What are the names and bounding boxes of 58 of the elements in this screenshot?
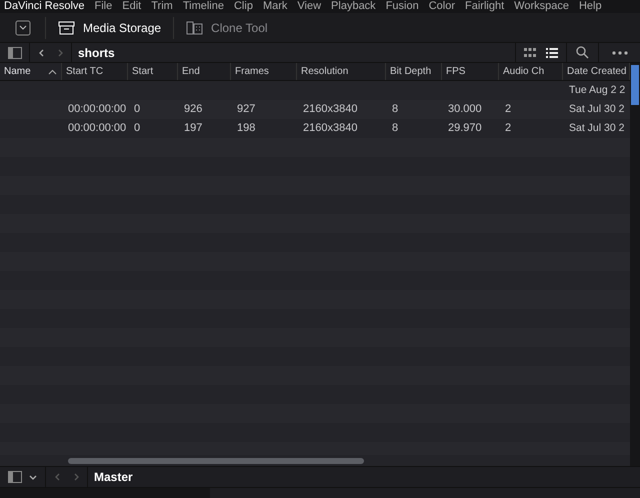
toolbar-button[interactable]: Media Storage xyxy=(46,16,174,38)
more-icon[interactable] xyxy=(612,50,628,54)
menu-item[interactable]: Fusion xyxy=(386,0,419,13)
table-cell-text: 2160x3840 xyxy=(303,121,358,136)
table-cell-text: Sat Jul 30 2 xyxy=(569,120,624,136)
table-cell-text: Tue Aug 2 2 xyxy=(569,82,626,98)
table-cell-text: Sat Jul 30 2 xyxy=(569,102,624,117)
menu-item[interactable]: View xyxy=(297,0,322,13)
toolbar-button[interactable]: Clone Tool xyxy=(174,16,280,38)
folder-path: shorts xyxy=(78,44,116,62)
sidebar-toggle-icon[interactable] xyxy=(8,46,22,58)
column-header[interactable]: End xyxy=(178,63,231,80)
column-header[interactable]: Audio Ch xyxy=(499,63,563,80)
table-cell-text: 8 xyxy=(392,121,398,136)
horizontal-scrollbar[interactable] xyxy=(68,458,364,464)
menu-item[interactable]: Color xyxy=(428,0,456,13)
storage-icon xyxy=(58,20,75,34)
table-cell-text: 30.000 xyxy=(448,102,482,118)
menu-item[interactable]: Trim xyxy=(151,0,173,13)
menu-item[interactable]: Fairlight xyxy=(465,0,504,13)
menu-item[interactable]: Help xyxy=(578,0,602,13)
table-cell-text: 927 xyxy=(237,102,256,118)
table-cell-text: 0 xyxy=(134,102,140,118)
table-cell-text: 2 xyxy=(505,102,512,118)
table-cell-text: 926 xyxy=(184,102,202,118)
table-cell-text: 197 xyxy=(184,121,202,136)
column-header[interactable]: Name xyxy=(0,63,62,80)
menu-item[interactable]: Clip xyxy=(234,0,253,13)
table-cell-text: 00:00:00:00 xyxy=(68,102,126,118)
search-icon[interactable] xyxy=(576,46,589,59)
grid-view-icon[interactable] xyxy=(524,48,536,58)
table-cell-text: 2 xyxy=(505,121,512,136)
table-cell-text: 2160x3840 xyxy=(303,102,358,118)
column-header[interactable]: Bit Depth xyxy=(386,63,442,80)
menu-item[interactable]: Workspace xyxy=(514,0,569,13)
column-header[interactable]: Resolution xyxy=(297,63,386,80)
column-header[interactable]: Frames xyxy=(231,63,297,80)
column-header[interactable]: Start xyxy=(128,63,178,80)
menu-item[interactable]: Edit xyxy=(122,0,142,13)
column-header[interactable]: FPS xyxy=(442,63,499,80)
menu-item[interactable]: Mark xyxy=(262,0,288,13)
menu-item[interactable]: Timeline xyxy=(182,0,224,13)
table-cell-text: 0 xyxy=(134,121,140,136)
menu-item[interactable]: Playback xyxy=(331,0,376,13)
vertical-scrollbar[interactable] xyxy=(631,65,639,105)
table-cell-text: 29.970 xyxy=(448,121,482,136)
list-view-icon[interactable] xyxy=(546,48,558,58)
sort-caret-icon xyxy=(48,68,57,74)
bin-title: Master xyxy=(94,469,133,486)
dropdown-icon[interactable] xyxy=(14,20,30,36)
table-cell-text: 198 xyxy=(237,121,256,136)
sidebar-toggle-icon[interactable] xyxy=(8,471,22,483)
column-header[interactable]: Start TC xyxy=(62,63,128,80)
table-cell-text: 00:00:00:00 xyxy=(68,121,126,136)
menu-item[interactable]: File xyxy=(94,0,112,13)
app-name: DaVinci Resolve xyxy=(4,0,85,13)
clone-icon xyxy=(186,20,204,34)
table-cell-text: 8 xyxy=(392,102,398,118)
